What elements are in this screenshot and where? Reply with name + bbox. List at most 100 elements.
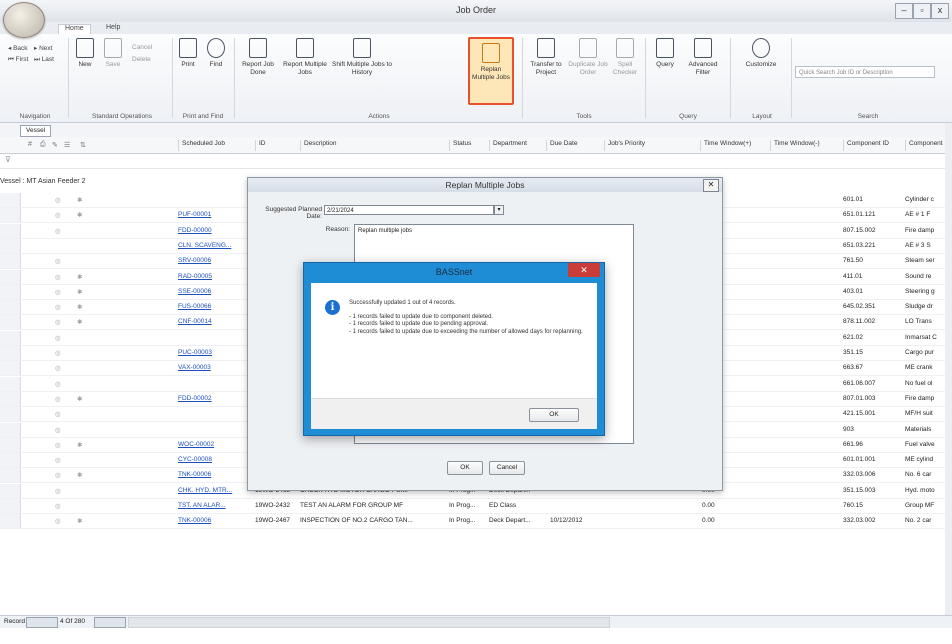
minimize-button[interactable]: – — [895, 3, 913, 19]
column-header[interactable]: ID — [255, 140, 266, 151]
query-button[interactable]: Query — [651, 38, 679, 69]
row-selector[interactable] — [0, 223, 21, 238]
spell-check-icon — [616, 38, 634, 58]
scheduled-job-link[interactable]: TNK-00006 — [178, 471, 211, 478]
record-nav-prev[interactable] — [26, 617, 58, 628]
report-job-done-button[interactable]: Report Job Done — [238, 38, 278, 77]
replan-close-button[interactable]: ✕ — [703, 179, 719, 192]
record-nav-next[interactable] — [94, 617, 126, 628]
find-button[interactable]: Find — [204, 38, 228, 69]
row-selector[interactable] — [0, 422, 21, 437]
scheduled-job-link[interactable]: PUC-00003 — [178, 349, 212, 356]
advanced-filter-button[interactable]: Advanced Filter — [683, 38, 723, 77]
maximize-button[interactable]: ▫ — [913, 3, 931, 19]
row-selector[interactable] — [0, 300, 21, 315]
sort-icon[interactable]: ⇅ — [80, 141, 86, 149]
row-indicator-icon[interactable]: # — [28, 141, 32, 148]
cancel-ribbon-button[interactable]: Cancel — [132, 44, 152, 51]
report-multiple-jobs-button[interactable]: Report Multiple Jobs — [283, 38, 327, 77]
nav-next-button[interactable]: ▸ Next — [34, 44, 52, 52]
delete-button[interactable]: Delete — [132, 56, 151, 63]
replan-ok-button[interactable]: OK — [447, 461, 483, 475]
row-selector[interactable] — [0, 346, 21, 360]
horizontal-scrollbar[interactable] — [128, 617, 610, 628]
column-header[interactable]: Component ID — [843, 140, 889, 151]
row-selector[interactable] — [0, 315, 21, 330]
grid-menu-icon[interactable]: ☰ — [64, 141, 70, 149]
message-close-button[interactable]: ✕ — [568, 263, 600, 277]
row-selector[interactable] — [0, 330, 21, 345]
scheduled-job-link[interactable]: CHK. HYD. MTR... — [178, 487, 232, 494]
component-id-cell: 651.03.221 — [843, 241, 876, 249]
scheduled-job-link[interactable]: SRV-00006 — [178, 257, 211, 264]
shift-multiple-jobs-button[interactable]: Shift Multiple Jobs to History — [332, 38, 392, 77]
duplicate-job-order-button[interactable]: Duplicate Job Order — [568, 38, 608, 77]
column-header[interactable]: Due Date — [546, 140, 577, 151]
nav-back-button[interactable]: ◂ Back — [8, 44, 28, 52]
column-header[interactable]: Time Window(-) — [770, 140, 820, 151]
row-selector[interactable] — [0, 254, 21, 269]
vertical-scrollbar[interactable] — [945, 123, 952, 615]
column-header[interactable]: Status — [449, 140, 471, 151]
row-selector[interactable] — [0, 193, 21, 207]
group-chip-vessel[interactable]: Vessel — [20, 125, 52, 137]
row-selector[interactable] — [0, 499, 21, 513]
save-button[interactable]: Save — [100, 38, 126, 69]
scheduled-job-link[interactable]: FUS-00066 — [178, 303, 211, 310]
row-selector[interactable] — [0, 468, 21, 483]
row-selector[interactable] — [0, 437, 21, 452]
app-menu-button[interactable] — [3, 2, 45, 38]
column-header[interactable]: Scheduled Job — [178, 140, 225, 151]
replan-cancel-button[interactable]: Cancel — [489, 461, 525, 475]
planned-date-input[interactable]: 2/21/2024 — [324, 205, 494, 215]
row-selector[interactable] — [0, 208, 21, 223]
note-icon[interactable]: ✎ — [52, 141, 58, 149]
attachment-icon[interactable]: ⎙ — [40, 141, 46, 149]
new-button[interactable]: New — [72, 38, 98, 69]
column-header[interactable]: Department — [489, 140, 527, 151]
column-header[interactable]: Job's Priority — [604, 140, 645, 151]
close-window-button[interactable]: x — [931, 3, 949, 19]
print-button[interactable]: Print — [176, 38, 200, 69]
column-header[interactable]: Time Window(+) — [700, 140, 751, 151]
row-selector[interactable] — [0, 453, 21, 468]
scheduled-job-link[interactable]: TST. AN ALAR... — [178, 502, 226, 509]
row-selector[interactable] — [0, 407, 21, 422]
table-row[interactable]: ◎ ✱ TNK-00006 19WO-2467 INSPECTION OF NO.2 C… — [0, 514, 945, 530]
scheduled-job-link[interactable]: WOC-00002 — [178, 441, 214, 448]
row-selector[interactable] — [0, 483, 21, 498]
message-ok-button[interactable]: OK — [529, 408, 579, 422]
spell-checker-button[interactable]: Spell Checker — [610, 38, 640, 77]
nav-last-button[interactable]: ⏭ Last — [34, 56, 54, 64]
filter-row[interactable]: ⊽ — [0, 153, 952, 169]
scheduled-job-link[interactable]: CLN. SCAVENG... — [178, 242, 231, 249]
row-selector[interactable] — [0, 269, 21, 284]
customize-button[interactable]: Customize — [741, 38, 781, 69]
table-row[interactable]: ◎ TST. AN ALAR... 19WO-2432 TEST AN ALARM F… — [0, 499, 945, 514]
column-header[interactable]: Component — [905, 140, 943, 151]
scheduled-job-link[interactable]: TNK-00006 — [178, 517, 211, 524]
scheduled-job-link[interactable]: CNF-00014 — [178, 318, 212, 325]
scheduled-job-link[interactable]: RAD-00005 — [178, 273, 212, 280]
scheduled-job-link[interactable]: VAX-00003 — [178, 364, 211, 371]
row-selector[interactable] — [0, 361, 21, 376]
row-selector[interactable] — [0, 238, 21, 253]
attachment-indicator-icon: ◎ — [55, 227, 61, 235]
quick-search-input[interactable]: Quick Search Job ID or Description — [795, 66, 935, 78]
calendar-dropdown-button[interactable]: ▾ — [494, 205, 504, 215]
message-body: i Successfully updated 1 out of 4 record… — [311, 283, 597, 429]
row-selector[interactable] — [0, 514, 21, 529]
nav-first-button[interactable]: ⏮ First — [8, 56, 28, 64]
tab-help[interactable]: Help — [100, 24, 126, 34]
scheduled-job-link[interactable]: FDD-00002 — [178, 395, 212, 402]
column-header[interactable]: Description — [300, 140, 337, 151]
row-selector[interactable] — [0, 284, 21, 299]
row-selector[interactable] — [0, 391, 21, 406]
row-selector[interactable] — [0, 376, 21, 391]
replan-multiple-jobs-button[interactable]: Replan Multiple Jobs — [468, 37, 514, 105]
transfer-to-project-button[interactable]: Transfer to Project — [528, 38, 564, 77]
scheduled-job-link[interactable]: CYC-00008 — [178, 456, 212, 463]
scheduled-job-link[interactable]: PUF-00001 — [178, 211, 211, 218]
scheduled-job-link[interactable]: SSE-00006 — [178, 288, 211, 295]
scheduled-job-link[interactable]: FDD-00000 — [178, 227, 212, 234]
